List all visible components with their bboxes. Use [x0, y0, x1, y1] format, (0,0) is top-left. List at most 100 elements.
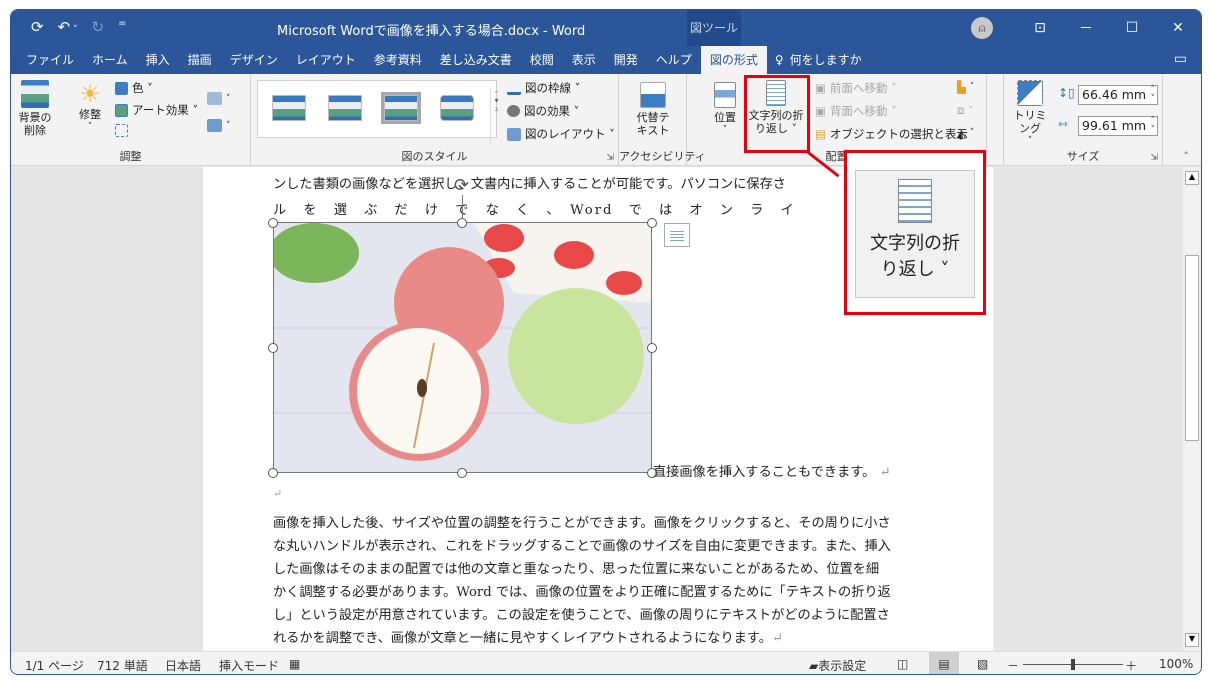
zoom-slider-thumb[interactable]	[1071, 659, 1075, 670]
tab-references[interactable]: 参考資料	[365, 46, 431, 74]
zoom-in-button[interactable]: ＋	[1125, 657, 1137, 674]
display-settings-button[interactable]: ▰表示設定	[809, 657, 866, 674]
rotate-handle-line	[462, 195, 463, 219]
position-icon	[714, 82, 736, 108]
artistic-effects-button[interactable]: アート効果 ˅	[115, 102, 198, 118]
word-count[interactable]: 712 単語	[97, 657, 148, 674]
vertical-scrollbar[interactable]: ▲ ▼	[1183, 167, 1201, 651]
resize-handle-right[interactable]	[647, 343, 657, 353]
align-icon: ▙	[957, 80, 966, 94]
remove-background-button[interactable]: 背景の 削除	[17, 80, 53, 137]
resize-handle-top-right[interactable]	[647, 218, 657, 228]
position-button[interactable]: 位置 ˅	[711, 82, 739, 137]
zoom-slider[interactable]	[1023, 659, 1123, 670]
bring-forward-button[interactable]: ▣ 前面へ移動 ˅	[815, 80, 897, 96]
maximize-button[interactable]: ☐	[1109, 20, 1155, 36]
language-indicator[interactable]: 日本語	[165, 657, 201, 674]
zoom-out-button[interactable]: －	[1007, 657, 1019, 674]
rotate-button[interactable]: ◭ ˅	[957, 126, 974, 140]
tab-developer[interactable]: 開発	[605, 46, 647, 74]
collapse-ribbon-button[interactable]: ˄	[1184, 150, 1190, 163]
close-button[interactable]: ✕	[1155, 20, 1201, 36]
tab-picture-format[interactable]: 図の形式	[700, 46, 767, 74]
selection-pane-button[interactable]: ▤ オブジェクトの選択と表示	[815, 126, 968, 142]
tab-design[interactable]: デザイン	[221, 46, 287, 74]
compress-pictures-button[interactable]: ˅	[207, 92, 231, 105]
tab-draw[interactable]: 描画	[179, 46, 221, 74]
tab-file[interactable]: ファイル	[17, 46, 83, 74]
height-input[interactable]: 66.46 mm ˄ ˅	[1078, 85, 1158, 105]
resize-handle-top[interactable]	[457, 218, 467, 228]
style-thumb[interactable]	[381, 92, 421, 124]
picture-layout-icon	[507, 127, 521, 141]
reset-picture-button[interactable]: ˅	[207, 119, 231, 132]
width-spinner[interactable]: ˄ ˅	[1151, 117, 1156, 135]
picture-effects-button[interactable]: 図の効果 ˅	[507, 103, 579, 119]
layout-options-button[interactable]	[664, 223, 690, 247]
dialog-launcher-icon[interactable]: ⇲	[1150, 153, 1158, 163]
gallery-scroll[interactable]: – ▾ ⩡	[490, 87, 502, 145]
scroll-down-button[interactable]: ▼	[1185, 633, 1199, 647]
web-layout-button[interactable]: ▧	[977, 657, 988, 671]
picture-layout-button[interactable]: 図のレイアウト ˅	[507, 126, 615, 142]
resize-handle-left[interactable]	[268, 343, 278, 353]
tab-home[interactable]: ホーム	[83, 46, 137, 74]
comments-icon[interactable]: ▭	[1174, 51, 1187, 67]
ribbon-tabs: ファイル ホーム 挿入 描画 デザイン レイアウト 参考資料 差し込み文書 校閲…	[11, 46, 1201, 74]
resize-handle-bottom[interactable]	[457, 468, 467, 478]
tab-layout[interactable]: レイアウト	[287, 46, 365, 74]
tab-review[interactable]: 校閲	[521, 46, 563, 74]
picture-border-button[interactable]: 図の枠線 ˅	[507, 80, 580, 96]
scroll-thumb[interactable]	[1185, 255, 1199, 441]
style-thumb[interactable]	[272, 95, 306, 121]
color-icon	[115, 81, 128, 95]
redo-icon[interactable]: ↻	[92, 18, 105, 36]
width-input[interactable]: 99.61 mm ˄ ˅	[1078, 116, 1158, 136]
user-avatar[interactable]: ⍝	[971, 17, 993, 39]
text-line: 画像を挿入した後、サイズや位置の調整を行うことができます。画像をクリックすると、…	[273, 516, 891, 531]
tab-mailings[interactable]: 差し込み文書	[431, 46, 521, 74]
tab-insert[interactable]: 挿入	[137, 46, 179, 74]
alt-text-button[interactable]: 代替テ キスト	[631, 82, 675, 137]
apple-image[interactable]	[273, 222, 652, 473]
print-layout-button[interactable]: ▤	[929, 652, 959, 674]
text-line: し」という設定が用意されています。この設定を使うことで、画像の周りにテキストがど…	[273, 608, 890, 623]
picture-styles-gallery[interactable]: – ▾ ⩡	[257, 80, 499, 145]
undo-icon[interactable]: ↶ ˅	[58, 18, 78, 36]
style-thumb[interactable]	[440, 95, 474, 121]
crop-button[interactable]: トリミング ˅	[1010, 80, 1050, 148]
style-thumb[interactable]	[328, 95, 362, 121]
text-line: ル を 選 ぶ だ け で な く 、 Word で は オ ン ラ イ	[273, 203, 796, 218]
send-backward-button[interactable]: ▣ 背面へ移動 ˅	[815, 103, 897, 119]
text-line: 直接画像を挿入することもできます。 ↵	[653, 465, 891, 480]
wrap-text-button-enlarged[interactable]: 文字列の折 り返し ˅	[855, 170, 975, 298]
autosave-icon[interactable]: ⟳	[31, 18, 44, 36]
bring-forward-icon: ▣	[815, 81, 826, 95]
resize-handle-bottom-left[interactable]	[268, 468, 278, 478]
scroll-up-button[interactable]: ▲	[1185, 171, 1199, 185]
tab-help[interactable]: ヘルプ	[647, 46, 701, 74]
dialog-launcher-icon[interactable]: ⇲	[606, 153, 614, 163]
group-size: トリミング ˅ ↕▯ 66.46 mm ˄ ˅ ⇿ 99.61 mm ˄ ˅ サイズ ⇲	[1003, 74, 1163, 166]
transparency-button[interactable]	[115, 124, 128, 137]
minimize-button[interactable]: －	[1063, 18, 1109, 38]
document-area: ンした書類の画像などを選択し、文書内に挿入することが可能です。パソコンに保存さ …	[11, 167, 1183, 651]
insert-mode[interactable]: 挿入モード	[219, 657, 279, 674]
macro-record-icon[interactable]: ▦	[289, 657, 300, 671]
read-mode-button[interactable]: ◫	[897, 657, 908, 671]
align-button[interactable]: ▙ ˅	[957, 80, 974, 94]
tab-view[interactable]: 表示	[563, 46, 605, 74]
tell-me-search[interactable]: ♀ 何をしますか	[775, 46, 862, 74]
send-backward-icon: ▣	[815, 104, 826, 118]
rotate-handle-icon[interactable]: ⟳	[454, 175, 469, 196]
resize-handle-top-left[interactable]	[268, 218, 278, 228]
customize-qat-button[interactable]: =	[118, 18, 126, 36]
height-spinner[interactable]: ˄ ˅	[1151, 86, 1156, 104]
corrections-button[interactable]: ☀ 修整 ˅	[73, 80, 107, 134]
page-count[interactable]: 1/1 ページ	[25, 657, 84, 674]
zoom-level[interactable]: 100%	[1159, 657, 1193, 671]
ribbon-display-options-button[interactable]: ⊡	[1017, 20, 1063, 36]
group-objects-button[interactable]: ⧈ ˅	[957, 103, 973, 118]
wrap-text-icon	[670, 229, 684, 241]
color-button[interactable]: 色 ˅	[115, 80, 153, 96]
